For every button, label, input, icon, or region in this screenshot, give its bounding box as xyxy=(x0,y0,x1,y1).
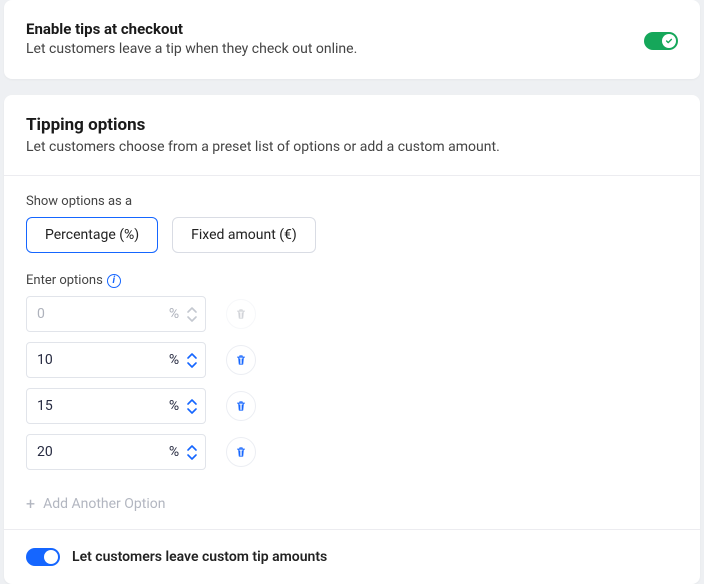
enter-options-label: Enter options i xyxy=(26,273,678,288)
quantity-stepper[interactable] xyxy=(185,306,199,323)
option-input-0[interactable]: 0 % xyxy=(26,296,206,332)
delete-option-button[interactable] xyxy=(226,299,256,329)
fixed-amount-tab[interactable]: Fixed amount (€) xyxy=(172,217,316,253)
show-as-label: Show options as a xyxy=(26,194,678,209)
plus-icon: + xyxy=(26,494,35,513)
enable-tips-texts: Enable tips at checkout Let customers le… xyxy=(26,20,357,57)
delete-option-button[interactable] xyxy=(226,437,256,467)
chevron-up-icon[interactable] xyxy=(185,306,199,314)
option-row: 0 % xyxy=(26,296,678,332)
option-row: 20 % xyxy=(26,434,678,470)
delete-option-button[interactable] xyxy=(226,345,256,375)
info-icon[interactable]: i xyxy=(107,274,121,288)
trash-icon xyxy=(234,307,248,321)
custom-tip-label: Let customers leave custom tip amounts xyxy=(72,549,327,565)
option-row: 10 % xyxy=(26,342,678,378)
option-input-3[interactable]: 20 % xyxy=(26,434,206,470)
enable-tips-title: Enable tips at checkout xyxy=(26,20,357,38)
enable-tips-toggle[interactable] xyxy=(644,32,678,50)
trash-icon xyxy=(234,445,248,459)
toggle-knob xyxy=(662,34,676,48)
option-row: 15 % xyxy=(26,388,678,424)
enable-tips-subtitle: Let customers leave a tip when they chec… xyxy=(26,41,357,57)
chevron-up-icon[interactable] xyxy=(185,398,199,406)
chevron-down-icon[interactable] xyxy=(185,315,199,323)
tipping-options-subtitle: Let customers choose from a preset list … xyxy=(26,139,678,155)
custom-tip-row: Let customers leave custom tip amounts xyxy=(26,548,678,566)
add-another-option-button[interactable]: + Add Another Option xyxy=(26,480,678,519)
trash-icon xyxy=(234,399,248,413)
percentage-tab[interactable]: Percentage (%) xyxy=(26,217,158,253)
chevron-up-icon[interactable] xyxy=(185,352,199,360)
quantity-stepper[interactable] xyxy=(185,398,199,415)
check-icon xyxy=(665,37,673,45)
tipping-options-card: Tipping options Let customers choose fro… xyxy=(4,95,700,584)
toggle-knob xyxy=(44,550,58,564)
chevron-down-icon[interactable] xyxy=(185,453,199,461)
quantity-stepper[interactable] xyxy=(185,444,199,461)
trash-icon xyxy=(234,353,248,367)
chevron-down-icon[interactable] xyxy=(185,407,199,415)
show-as-segmented: Percentage (%) Fixed amount (€) xyxy=(26,217,678,253)
custom-tip-toggle[interactable] xyxy=(26,548,60,566)
quantity-stepper[interactable] xyxy=(185,352,199,369)
option-input-2[interactable]: 15 % xyxy=(26,388,206,424)
divider xyxy=(4,529,700,530)
tipping-options-title: Tipping options xyxy=(26,115,678,135)
delete-option-button[interactable] xyxy=(226,391,256,421)
option-input-1[interactable]: 10 % xyxy=(26,342,206,378)
chevron-up-icon[interactable] xyxy=(185,444,199,452)
enable-tips-card: Enable tips at checkout Let customers le… xyxy=(4,0,700,79)
chevron-down-icon[interactable] xyxy=(185,361,199,369)
